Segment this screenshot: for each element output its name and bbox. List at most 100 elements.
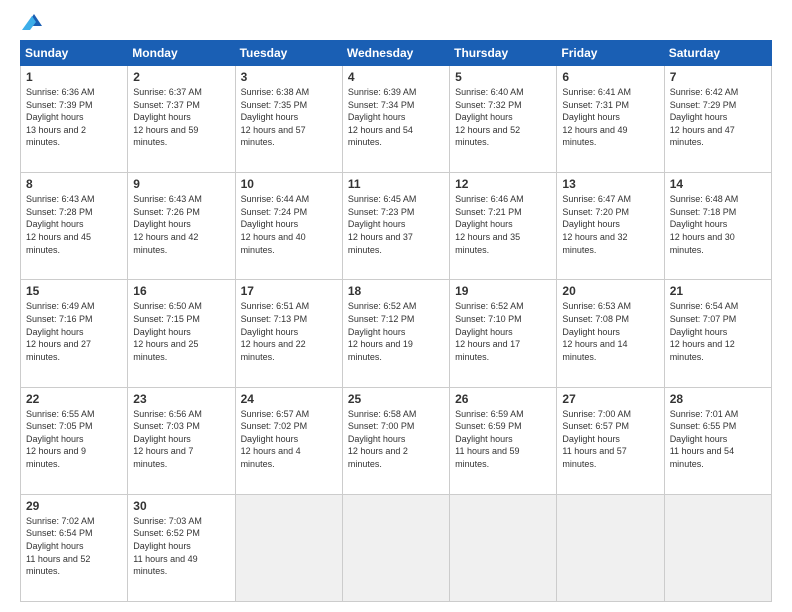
- weekday-header: Monday: [128, 41, 235, 66]
- day-info: Sunrise: 6:41 AMSunset: 7:31 PMDaylight …: [562, 87, 631, 147]
- day-info: Sunrise: 6:58 AMSunset: 7:00 PMDaylight …: [348, 409, 417, 469]
- day-number: 26: [455, 392, 551, 406]
- calendar-day-cell: 7 Sunrise: 6:42 AMSunset: 7:29 PMDayligh…: [664, 66, 771, 173]
- day-number: 28: [670, 392, 766, 406]
- calendar-day-cell: 17 Sunrise: 6:51 AMSunset: 7:13 PMDaylig…: [235, 280, 342, 387]
- day-info: Sunrise: 6:48 AMSunset: 7:18 PMDaylight …: [670, 194, 739, 254]
- calendar-day-cell: 22 Sunrise: 6:55 AMSunset: 7:05 PMDaylig…: [21, 387, 128, 494]
- day-info: Sunrise: 6:52 AMSunset: 7:10 PMDaylight …: [455, 301, 524, 361]
- day-number: 17: [241, 284, 337, 298]
- day-info: Sunrise: 6:53 AMSunset: 7:08 PMDaylight …: [562, 301, 631, 361]
- calendar-day-cell: 4 Sunrise: 6:39 AMSunset: 7:34 PMDayligh…: [342, 66, 449, 173]
- day-info: Sunrise: 6:52 AMSunset: 7:12 PMDaylight …: [348, 301, 417, 361]
- day-number: 24: [241, 392, 337, 406]
- day-number: 9: [133, 177, 229, 191]
- day-number: 3: [241, 70, 337, 84]
- day-info: Sunrise: 6:54 AMSunset: 7:07 PMDaylight …: [670, 301, 739, 361]
- day-info: Sunrise: 6:56 AMSunset: 7:03 PMDaylight …: [133, 409, 202, 469]
- day-info: Sunrise: 7:03 AMSunset: 6:52 PMDaylight …: [133, 516, 202, 576]
- day-number: 11: [348, 177, 444, 191]
- day-info: Sunrise: 6:55 AMSunset: 7:05 PMDaylight …: [26, 409, 95, 469]
- calendar-table: SundayMondayTuesdayWednesdayThursdayFrid…: [20, 40, 772, 602]
- calendar-day-cell: 25 Sunrise: 6:58 AMSunset: 7:00 PMDaylig…: [342, 387, 449, 494]
- day-info: Sunrise: 6:47 AMSunset: 7:20 PMDaylight …: [562, 194, 631, 254]
- day-info: Sunrise: 6:57 AMSunset: 7:02 PMDaylight …: [241, 409, 310, 469]
- calendar-day-cell: 12 Sunrise: 6:46 AMSunset: 7:21 PMDaylig…: [450, 173, 557, 280]
- calendar-day-cell: 2 Sunrise: 6:37 AMSunset: 7:37 PMDayligh…: [128, 66, 235, 173]
- calendar-day-cell: 16 Sunrise: 6:50 AMSunset: 7:15 PMDaylig…: [128, 280, 235, 387]
- calendar-day-cell: 15 Sunrise: 6:49 AMSunset: 7:16 PMDaylig…: [21, 280, 128, 387]
- calendar-day-cell: 27 Sunrise: 7:00 AMSunset: 6:57 PMDaylig…: [557, 387, 664, 494]
- day-info: Sunrise: 6:40 AMSunset: 7:32 PMDaylight …: [455, 87, 524, 147]
- day-number: 21: [670, 284, 766, 298]
- calendar-week-row: 1 Sunrise: 6:36 AMSunset: 7:39 PMDayligh…: [21, 66, 772, 173]
- weekday-header: Saturday: [664, 41, 771, 66]
- calendar-day-cell: 28 Sunrise: 7:01 AMSunset: 6:55 PMDaylig…: [664, 387, 771, 494]
- day-info: Sunrise: 6:50 AMSunset: 7:15 PMDaylight …: [133, 301, 202, 361]
- day-number: 4: [348, 70, 444, 84]
- logo: [20, 16, 44, 30]
- day-number: 16: [133, 284, 229, 298]
- day-number: 6: [562, 70, 658, 84]
- day-number: 30: [133, 499, 229, 513]
- day-number: 20: [562, 284, 658, 298]
- calendar-day-cell: 10 Sunrise: 6:44 AMSunset: 7:24 PMDaylig…: [235, 173, 342, 280]
- calendar-day-cell: 24 Sunrise: 6:57 AMSunset: 7:02 PMDaylig…: [235, 387, 342, 494]
- calendar-day-cell: 3 Sunrise: 6:38 AMSunset: 7:35 PMDayligh…: [235, 66, 342, 173]
- weekday-header: Friday: [557, 41, 664, 66]
- day-number: 2: [133, 70, 229, 84]
- calendar-day-cell: 20 Sunrise: 6:53 AMSunset: 7:08 PMDaylig…: [557, 280, 664, 387]
- weekday-header: Sunday: [21, 41, 128, 66]
- calendar-day-cell: 11 Sunrise: 6:45 AMSunset: 7:23 PMDaylig…: [342, 173, 449, 280]
- logo-icon: [22, 12, 44, 30]
- calendar-day-cell: 5 Sunrise: 6:40 AMSunset: 7:32 PMDayligh…: [450, 66, 557, 173]
- calendar-day-cell: 19 Sunrise: 6:52 AMSunset: 7:10 PMDaylig…: [450, 280, 557, 387]
- page: SundayMondayTuesdayWednesdayThursdayFrid…: [0, 0, 792, 612]
- day-info: Sunrise: 6:36 AMSunset: 7:39 PMDaylight …: [26, 87, 95, 147]
- calendar-day-cell: 23 Sunrise: 6:56 AMSunset: 7:03 PMDaylig…: [128, 387, 235, 494]
- day-number: 7: [670, 70, 766, 84]
- calendar-day-cell: [342, 494, 449, 601]
- day-number: 18: [348, 284, 444, 298]
- day-info: Sunrise: 6:59 AMSunset: 6:59 PMDaylight …: [455, 409, 524, 469]
- day-number: 10: [241, 177, 337, 191]
- weekday-header: Wednesday: [342, 41, 449, 66]
- calendar-day-cell: 6 Sunrise: 6:41 AMSunset: 7:31 PMDayligh…: [557, 66, 664, 173]
- day-number: 8: [26, 177, 122, 191]
- calendar-day-cell: 14 Sunrise: 6:48 AMSunset: 7:18 PMDaylig…: [664, 173, 771, 280]
- day-info: Sunrise: 6:43 AMSunset: 7:26 PMDaylight …: [133, 194, 202, 254]
- day-number: 27: [562, 392, 658, 406]
- calendar-day-cell: 9 Sunrise: 6:43 AMSunset: 7:26 PMDayligh…: [128, 173, 235, 280]
- calendar-week-row: 29 Sunrise: 7:02 AMSunset: 6:54 PMDaylig…: [21, 494, 772, 601]
- day-number: 15: [26, 284, 122, 298]
- day-number: 29: [26, 499, 122, 513]
- day-info: Sunrise: 6:37 AMSunset: 7:37 PMDaylight …: [133, 87, 202, 147]
- day-number: 12: [455, 177, 551, 191]
- day-info: Sunrise: 6:39 AMSunset: 7:34 PMDaylight …: [348, 87, 417, 147]
- header: [20, 16, 772, 30]
- day-info: Sunrise: 6:49 AMSunset: 7:16 PMDaylight …: [26, 301, 95, 361]
- calendar-day-cell: [664, 494, 771, 601]
- day-info: Sunrise: 6:44 AMSunset: 7:24 PMDaylight …: [241, 194, 310, 254]
- day-number: 14: [670, 177, 766, 191]
- day-number: 1: [26, 70, 122, 84]
- day-info: Sunrise: 7:02 AMSunset: 6:54 PMDaylight …: [26, 516, 95, 576]
- calendar-day-cell: 26 Sunrise: 6:59 AMSunset: 6:59 PMDaylig…: [450, 387, 557, 494]
- day-info: Sunrise: 6:38 AMSunset: 7:35 PMDaylight …: [241, 87, 310, 147]
- calendar-week-row: 8 Sunrise: 6:43 AMSunset: 7:28 PMDayligh…: [21, 173, 772, 280]
- day-number: 13: [562, 177, 658, 191]
- calendar-day-cell: [235, 494, 342, 601]
- calendar-week-row: 22 Sunrise: 6:55 AMSunset: 7:05 PMDaylig…: [21, 387, 772, 494]
- weekday-header: Tuesday: [235, 41, 342, 66]
- day-info: Sunrise: 6:45 AMSunset: 7:23 PMDaylight …: [348, 194, 417, 254]
- day-number: 25: [348, 392, 444, 406]
- day-info: Sunrise: 6:51 AMSunset: 7:13 PMDaylight …: [241, 301, 310, 361]
- calendar-day-cell: 8 Sunrise: 6:43 AMSunset: 7:28 PMDayligh…: [21, 173, 128, 280]
- day-number: 19: [455, 284, 551, 298]
- day-info: Sunrise: 6:42 AMSunset: 7:29 PMDaylight …: [670, 87, 739, 147]
- calendar-day-cell: 1 Sunrise: 6:36 AMSunset: 7:39 PMDayligh…: [21, 66, 128, 173]
- day-info: Sunrise: 7:00 AMSunset: 6:57 PMDaylight …: [562, 409, 631, 469]
- day-number: 5: [455, 70, 551, 84]
- day-number: 22: [26, 392, 122, 406]
- calendar-day-cell: 18 Sunrise: 6:52 AMSunset: 7:12 PMDaylig…: [342, 280, 449, 387]
